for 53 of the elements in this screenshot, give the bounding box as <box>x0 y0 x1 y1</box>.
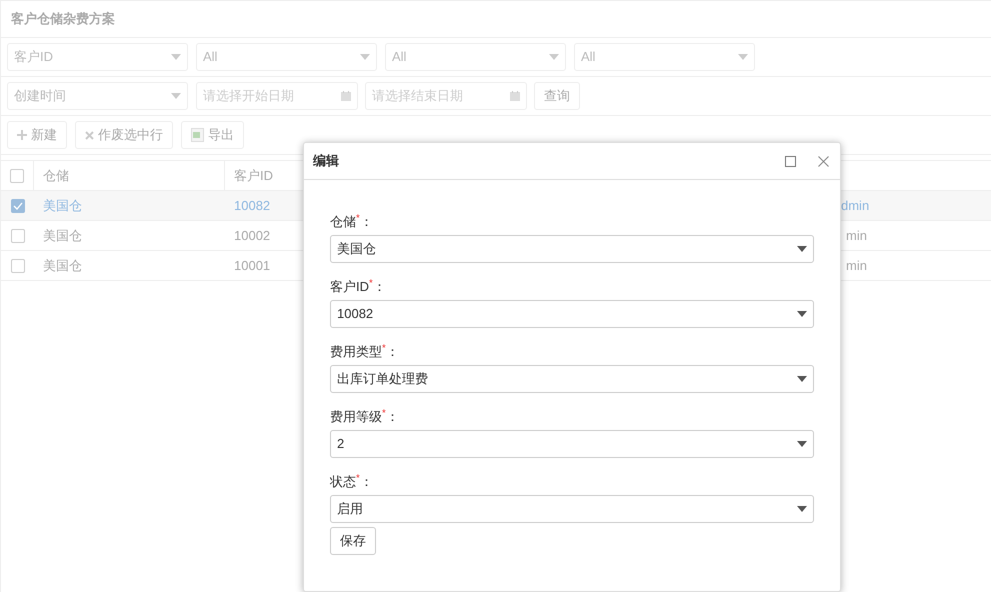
caret-icon <box>360 54 370 60</box>
select-field[interactable]: 启用 <box>330 495 814 523</box>
spreadsheet-icon <box>191 128 204 142</box>
save-button[interactable]: 保存 <box>330 527 376 555</box>
column-header: 仓储 <box>43 166 69 185</box>
table-cell: 10001 <box>234 258 270 273</box>
caret-icon <box>171 93 181 99</box>
query-button[interactable]: 查询 <box>534 82 580 110</box>
select-field[interactable]: 2 <box>330 430 814 458</box>
caret-icon <box>797 376 807 382</box>
checkbox[interactable] <box>10 228 24 242</box>
close-icon <box>85 130 94 140</box>
dialog-title: 编辑 <box>313 152 339 170</box>
table-cell: 美国仓 <box>43 258 82 273</box>
filter-select[interactable]: 创建时间 <box>7 82 188 110</box>
close-icon[interactable] <box>818 156 829 166</box>
table-cell: 10002 <box>234 228 270 243</box>
checkbox[interactable] <box>10 258 24 272</box>
field-label: 费用等级$^{*}$： <box>330 406 399 426</box>
table-cell: 10082 <box>234 198 270 213</box>
caret-icon <box>171 54 181 60</box>
page-title: 客户仓储杂费方案 <box>11 10 115 28</box>
void-button[interactable]: 作废选中行 <box>75 121 173 149</box>
filter-select[interactable]: 客户ID <box>7 43 188 71</box>
select-field[interactable]: 10082 <box>330 300 814 328</box>
field-label: 状态$^{*}$： <box>330 472 373 491</box>
column-header: 客户ID <box>234 166 273 185</box>
table-cell: dmin <box>841 198 870 213</box>
caret-icon <box>549 54 559 60</box>
select-all-checkbox[interactable] <box>10 168 24 182</box>
calendar-icon <box>341 91 351 101</box>
table-cell-text: min <box>845 258 867 273</box>
filter-select[interactable]: All <box>574 43 755 71</box>
checkbox[interactable] <box>10 198 24 212</box>
filter-select[interactable]: All <box>385 43 566 71</box>
caret-icon <box>738 54 748 60</box>
table-cell-text: min <box>845 228 867 243</box>
plus-icon <box>17 130 27 140</box>
table-cell: 美国仓 <box>43 198 82 213</box>
select-field[interactable]: 美国仓 <box>330 235 814 263</box>
select-field[interactable]: 出库订单处理费 <box>330 365 814 393</box>
maximize-icon[interactable] <box>785 156 796 166</box>
field-label: 费用类型$^{*}$： <box>330 342 399 361</box>
caret-icon <box>797 311 807 317</box>
caret-icon <box>797 506 807 512</box>
caret-icon <box>797 441 807 447</box>
calendar-icon <box>510 91 520 101</box>
new-button[interactable]: 新建 <box>7 121 67 149</box>
table-cell: 美国仓 <box>43 228 82 243</box>
filter-select[interactable]: All <box>196 43 377 71</box>
field-label: 仓储$^{*}$： <box>330 212 373 231</box>
export-button[interactable]: 导出 <box>181 121 244 149</box>
field-label: 客户ID$^{*}$： <box>330 276 386 296</box>
